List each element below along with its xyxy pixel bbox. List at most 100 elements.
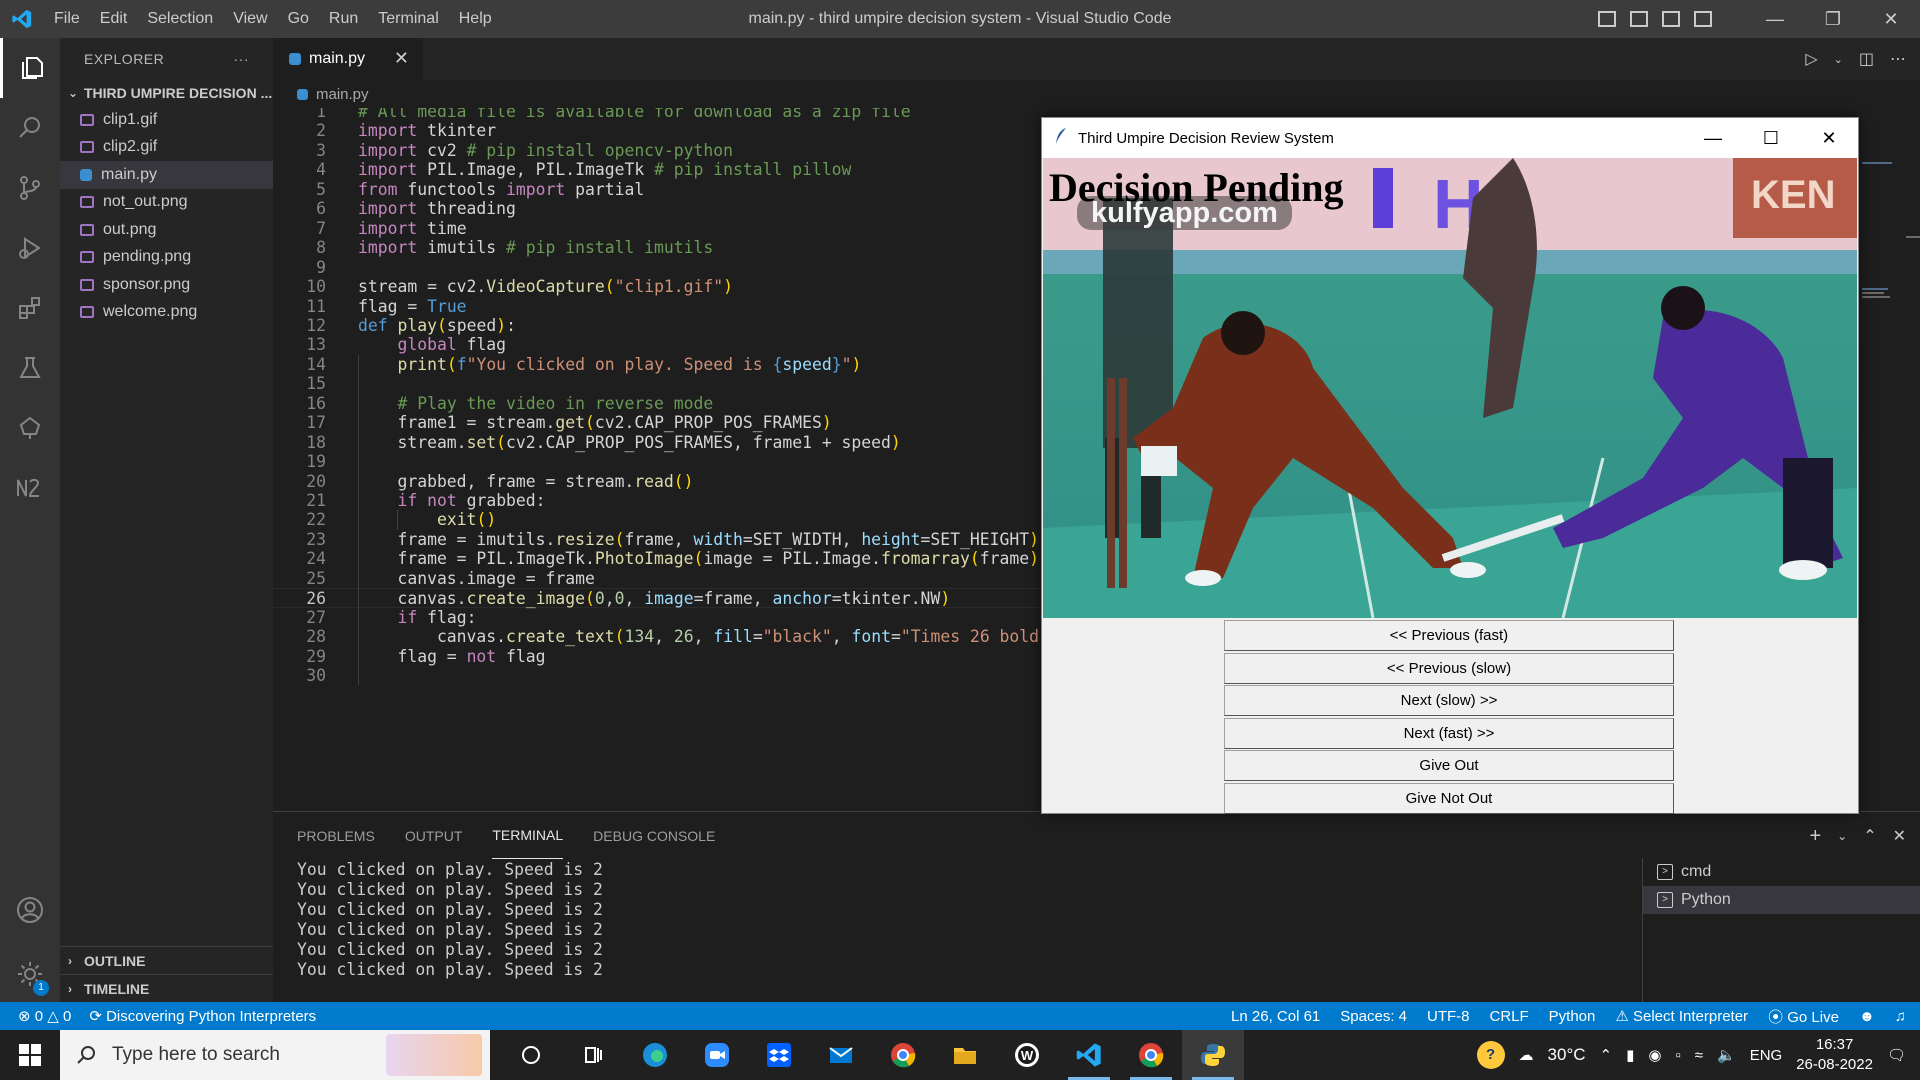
previous-slow-button[interactable]: << Previous (slow) (1224, 652, 1674, 684)
terminal-item-python[interactable]: > Python (1643, 886, 1920, 914)
menu-run[interactable]: Run (319, 0, 368, 38)
explorer-more-actions-icon[interactable]: ··· (234, 51, 250, 67)
tab-output[interactable]: OUTPUT (405, 812, 463, 860)
word-w-icon[interactable]: W (996, 1030, 1058, 1080)
customize-layout-icon[interactable] (1694, 11, 1712, 27)
interpreter-discovery-status[interactable]: ⟳ Discovering Python Interpreters (89, 1007, 316, 1025)
zoom-icon[interactable] (686, 1030, 748, 1080)
menu-help[interactable]: Help (449, 0, 502, 38)
file-sponsor-png[interactable]: sponsor.png (60, 271, 273, 299)
go-live[interactable]: ⦿ Go Live (1768, 1006, 1839, 1027)
display-icon[interactable]: ▫ (1675, 1047, 1680, 1064)
task-view-icon[interactable] (500, 1030, 562, 1080)
workspace-folder[interactable]: ⌄ THIRD UMPIRE DECISION ... (60, 80, 273, 106)
split-editor-icon[interactable]: ◫ (1859, 49, 1874, 69)
run-python-file-icon[interactable]: ▷ (1805, 49, 1817, 69)
give-not-out-button[interactable]: Give Not Out (1224, 782, 1674, 814)
toggle-primary-sidebar-icon[interactable] (1598, 11, 1616, 27)
wifi-icon[interactable]: ≈ (1695, 1047, 1703, 1064)
select-interpreter[interactable]: ⚠ Select Interpreter (1615, 1007, 1748, 1025)
menu-view[interactable]: View (223, 0, 277, 38)
help-icon[interactable]: ? (1476, 1041, 1505, 1069)
problems-status[interactable]: ⊗ 0 △ 0 (18, 1007, 71, 1025)
menu-go[interactable]: Go (278, 0, 319, 38)
remote-explorer-icon[interactable] (0, 398, 60, 458)
new-terminal-plus-icon[interactable]: + (1809, 825, 1821, 848)
input-language[interactable]: ENG (1750, 1047, 1783, 1064)
show-hidden-icons-chevron-icon[interactable]: ⌃ (1600, 1046, 1613, 1064)
menu-selection[interactable]: Selection (137, 0, 223, 38)
clock[interactable]: 16:37 26-08-2022 (1796, 1035, 1873, 1075)
volume-icon[interactable]: 🔈 (1717, 1046, 1736, 1064)
battery-icon[interactable]: ▮ (1626, 1046, 1634, 1064)
outline-section[interactable]: › OUTLINE (60, 946, 273, 974)
file-clip2-gif[interactable]: clip2.gif (60, 134, 273, 162)
cursor-position[interactable]: Ln 26, Col 61 (1231, 1008, 1320, 1025)
file-explorer-icon[interactable] (934, 1030, 996, 1080)
indentation[interactable]: Spaces: 4 (1340, 1008, 1407, 1025)
maximize-panel-chevron-up-icon[interactable]: ⌃ (1863, 826, 1876, 846)
file-clip1-gif[interactable]: clip1.gif (60, 106, 273, 134)
close-tab-icon[interactable]: ✕ (394, 48, 409, 69)
restore-button[interactable]: ❐ (1804, 0, 1862, 38)
python-taskbar-icon[interactable] (1182, 1030, 1244, 1080)
give-out-button[interactable]: Give Out (1224, 750, 1674, 781)
source-control-icon[interactable] (0, 158, 60, 218)
tk-minimize-button[interactable]: — (1684, 118, 1742, 158)
search-icon[interactable] (0, 98, 60, 158)
tkinter-title-bar[interactable]: Third Umpire Decision Review System — ☐ … (1042, 118, 1858, 158)
tk-maximize-button[interactable]: ☐ (1742, 118, 1800, 158)
manage-gear-icon[interactable]: 1 (0, 944, 60, 1004)
accounts-icon[interactable] (0, 880, 60, 940)
vscode-taskbar-icon[interactable] (1058, 1030, 1120, 1080)
language-mode[interactable]: Python (1549, 1008, 1596, 1025)
terminal-output[interactable]: You clicked on play. Speed is 2 You click… (297, 860, 603, 980)
terminal-dropdown-chevron-icon[interactable]: ⌄ (1837, 829, 1847, 843)
file-out-png[interactable]: out.png (60, 216, 273, 244)
testing-icon[interactable] (0, 338, 60, 398)
weather-temperature[interactable]: 30°C (1548, 1045, 1586, 1065)
next-slow-button[interactable]: Next (slow) >> (1224, 685, 1674, 716)
toggle-secondary-sidebar-icon[interactable] (1662, 11, 1680, 27)
timeline-section[interactable]: › TIMELINE (60, 974, 273, 1002)
toggle-panel-icon[interactable] (1630, 11, 1648, 27)
file-main-py[interactable]: main.py (60, 161, 273, 189)
menu-file[interactable]: File (44, 0, 90, 38)
extensions-icon[interactable] (0, 278, 60, 338)
mail-icon[interactable] (810, 1030, 872, 1080)
next-fast-button[interactable]: Next (fast) >> (1224, 717, 1674, 749)
file-pending-png[interactable]: pending.png (60, 244, 273, 272)
tab-terminal[interactable]: TERMINAL (492, 812, 564, 859)
chrome-icon[interactable] (872, 1030, 934, 1080)
encoding[interactable]: UTF-8 (1427, 1008, 1470, 1025)
terminal-item-cmd[interactable]: > cmd (1643, 858, 1920, 886)
feedback-icon[interactable]: ☻ (1859, 1008, 1875, 1025)
security-icon[interactable]: ◉ (1648, 1046, 1661, 1064)
menu-edit[interactable]: Edit (90, 0, 138, 38)
task-switcher-icon[interactable] (562, 1030, 624, 1080)
minimize-button[interactable]: — (1746, 0, 1804, 38)
previous-fast-button[interactable]: << Previous (fast) (1224, 620, 1674, 651)
tk-close-button[interactable]: ✕ (1800, 118, 1858, 158)
notification-center-icon[interactable]: 🗨 (1887, 1046, 1906, 1064)
edge-browser-icon[interactable] (624, 1030, 686, 1080)
file-welcome-png[interactable]: welcome.png (60, 299, 273, 327)
editor-more-actions-icon[interactable]: ⋯ (1890, 49, 1906, 69)
explorer-icon[interactable] (0, 38, 60, 98)
close-panel-icon[interactable]: ✕ (1893, 826, 1906, 846)
run-debug-icon[interactable] (0, 218, 60, 278)
tab-debug-console[interactable]: DEBUG CONSOLE (593, 812, 715, 860)
tab-problems[interactable]: PROBLEMS (297, 812, 375, 860)
notifications-bell-icon[interactable]: ♫ (1895, 1008, 1906, 1025)
vscode-logo-icon[interactable] (0, 0, 44, 38)
tab-main-py[interactable]: main.py ✕ (273, 38, 423, 80)
run-dropdown-chevron-icon[interactable]: ⌄ (1834, 53, 1843, 66)
windows-start-icon[interactable] (0, 1030, 60, 1080)
taskbar-search-box[interactable]: Type here to search (60, 1030, 490, 1080)
breadcrumb-file[interactable]: main.py (316, 86, 369, 103)
chrome-profile-icon[interactable] (1120, 1030, 1182, 1080)
end-of-line[interactable]: CRLF (1490, 1008, 1529, 1025)
weather-cloud-icon[interactable]: ☁ (1519, 1046, 1534, 1064)
n2-extension-icon[interactable] (0, 458, 60, 518)
dropbox-icon[interactable] (748, 1030, 810, 1080)
